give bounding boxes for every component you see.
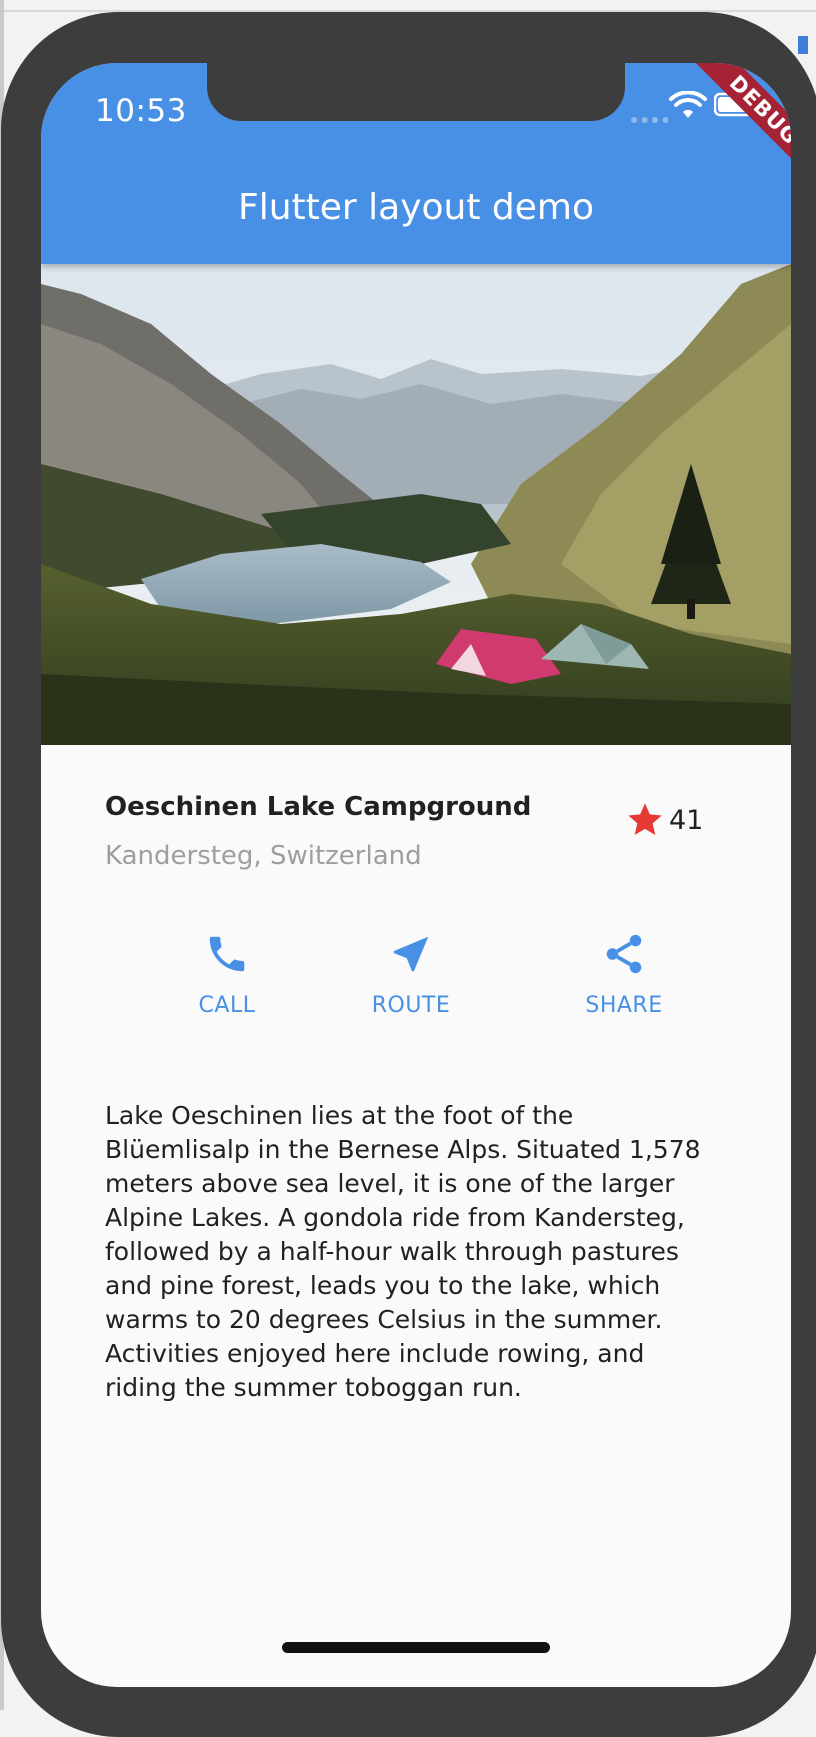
rating-count: 41: [669, 804, 704, 836]
phone-icon: [209, 936, 245, 972]
description-text: Lake Oeschinen lies at the foot of the B…: [105, 1101, 701, 1402]
app-screen: 10:53 ●●●● DEBUG Flutter layout demo Oes…: [41, 63, 791, 1687]
window-accent: [798, 36, 808, 54]
phone-notch: [207, 63, 625, 121]
route-label: ROUTE: [371, 993, 451, 1018]
route-button[interactable]: ROUTE: [331, 931, 491, 1041]
call-label: CALL: [198, 993, 256, 1018]
status-time: 10:53: [95, 93, 187, 129]
place-location: Kandersteg, Switzerland: [105, 841, 422, 871]
page-title: Flutter layout demo: [237, 187, 594, 228]
call-button[interactable]: CALL: [147, 931, 307, 1041]
star-icon: [628, 803, 662, 835]
hero-image: [41, 264, 791, 745]
share-icon: [606, 934, 642, 974]
near-me-icon: [393, 936, 429, 972]
app-bar: 10:53 ●●●● DEBUG Flutter layout demo: [41, 63, 791, 264]
place-name: Oeschinen Lake Campground: [105, 792, 532, 822]
signal-icon: ●●●●: [630, 111, 672, 127]
share-button[interactable]: SHARE: [544, 931, 704, 1041]
home-indicator[interactable]: [282, 1642, 550, 1653]
debug-banner: DEBUG: [693, 63, 791, 181]
wifi-icon: [669, 91, 707, 118]
share-label: SHARE: [585, 993, 663, 1018]
phone-frame: 10:53 ●●●● DEBUG Flutter layout demo Oes…: [1, 12, 816, 1737]
rating[interactable]: 41: [625, 799, 703, 841]
